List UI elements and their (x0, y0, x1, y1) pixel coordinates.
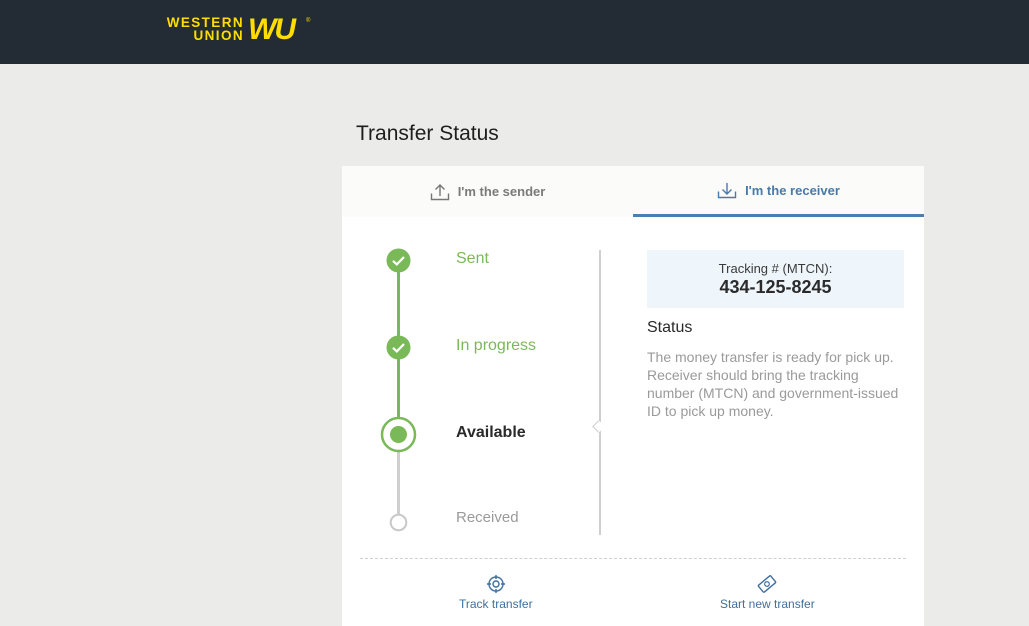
step-sent-check-icon (386, 248, 411, 273)
status-description: The money transfer is ready for pick up.… (647, 349, 899, 419)
step-label-sent: Sent (456, 250, 489, 267)
step-label-available: Available (456, 424, 526, 441)
logo-wordmark: WESTERN UNION (154, 16, 244, 43)
tracking-label: Tracking # (MTCN): (718, 261, 833, 276)
step-available-current-icon (380, 416, 417, 453)
start-new-transfer-label: Start new transfer (720, 597, 815, 611)
tracking-box: Tracking # (MTCN): 434-125-8245 (647, 250, 904, 308)
download-icon (717, 183, 737, 199)
page-title: Transfer Status (356, 122, 499, 145)
step-label-in-progress: In progress (456, 337, 537, 354)
transfer-status-card: I'm the sender I'm the receiver Sent In … (342, 166, 924, 626)
logo-mark: WU (248, 13, 296, 46)
trademark-symbol: ® (306, 18, 311, 24)
dashed-separator (360, 558, 906, 559)
status-heading: Status (647, 319, 693, 336)
tab-sender[interactable]: I'm the sender (342, 166, 633, 217)
logo-line-union: UNION (193, 28, 244, 43)
tab-receiver-label: I'm the receiver (745, 182, 840, 198)
start-new-transfer-link[interactable]: Start new transfer (720, 574, 815, 611)
step-label-received: Received (456, 509, 519, 526)
tab-sender-label: I'm the sender (457, 184, 546, 199)
tab-receiver[interactable]: I'm the receiver (633, 166, 924, 217)
upload-icon (430, 183, 449, 200)
divider-pointer (592, 420, 605, 433)
money-icon (758, 575, 777, 593)
target-icon (486, 575, 505, 593)
step-received-pending-icon (389, 513, 408, 532)
step-in-progress-check-icon (386, 335, 411, 360)
western-union-logo[interactable]: WESTERN UNION WU ® (154, 13, 311, 46)
top-bar: WESTERN UNION WU ® (0, 0, 1029, 64)
tracking-number: 434-125-8245 (719, 277, 832, 297)
track-transfer-label: Track transfer (459, 597, 533, 611)
vertical-divider (599, 250, 601, 535)
track-transfer-link[interactable]: Track transfer (459, 574, 533, 611)
